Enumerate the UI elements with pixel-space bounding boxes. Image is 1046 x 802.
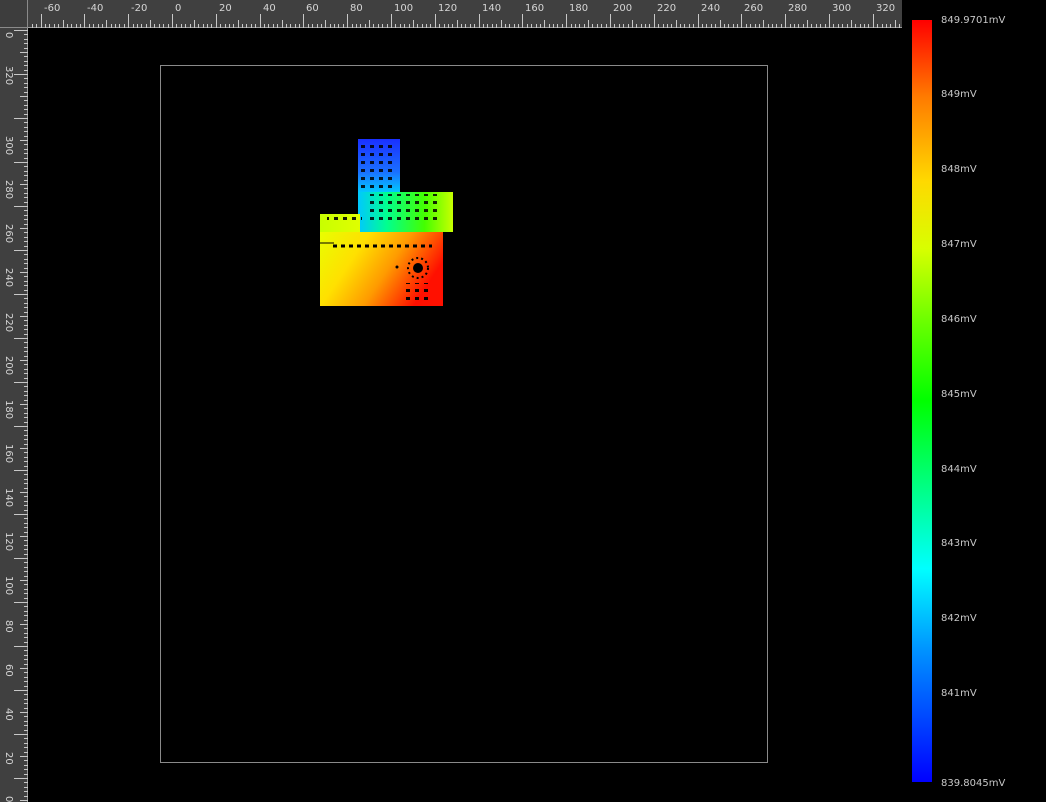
legend-tick-label: 846mV xyxy=(941,314,977,325)
legend-tick-label: 849mV xyxy=(941,89,977,100)
voltage-heatmap xyxy=(320,139,453,306)
legend-max-label: 849.9701mV xyxy=(941,15,1006,26)
legend-tick-label: 848mV xyxy=(941,164,977,175)
legend-tick-label: 841mV xyxy=(941,688,977,699)
color-scale-bar xyxy=(912,20,932,782)
legend-tick-label: 842mV xyxy=(941,613,977,624)
legend-tick-label: 845mV xyxy=(941,389,977,400)
legend-min-label: 839.8045mV xyxy=(941,778,1006,789)
legend-tick-label: 844mV xyxy=(941,464,977,475)
legend-tick-label: 847mV xyxy=(941,239,977,250)
legend-tick-label: 843mV xyxy=(941,538,977,549)
